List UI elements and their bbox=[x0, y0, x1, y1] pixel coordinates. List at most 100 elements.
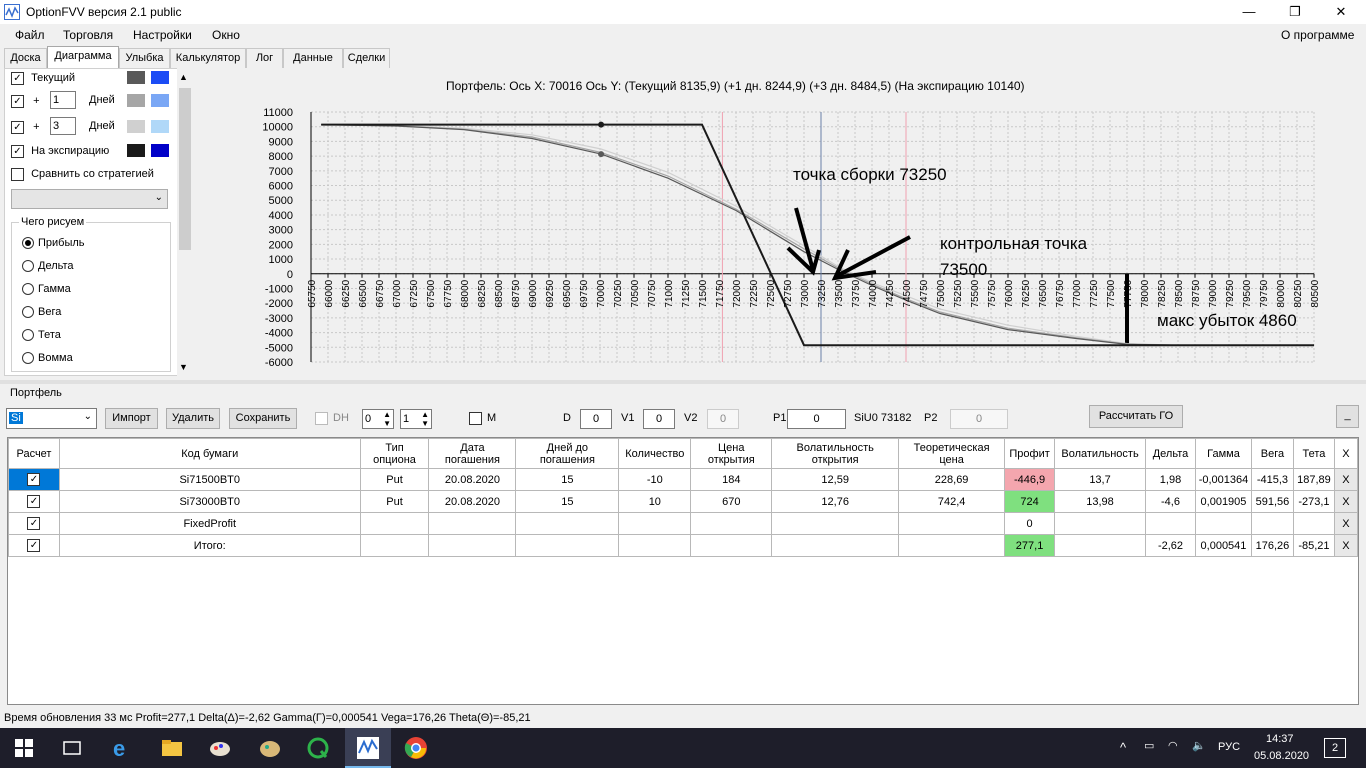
spin-arrows-icon[interactable]: ▲ ▼ bbox=[421, 410, 429, 428]
column-header[interactable]: Тета bbox=[1292, 438, 1335, 469]
cell-profit[interactable]: 277,1 bbox=[1004, 534, 1056, 557]
cell-date[interactable] bbox=[428, 512, 517, 535]
cell-delta[interactable] bbox=[1145, 512, 1196, 535]
calc-checkbox-cell[interactable]: ✓ bbox=[8, 490, 60, 513]
cell-date[interactable]: 20.08.2020 bbox=[428, 490, 517, 513]
table-row[interactable]: ✓ FixedProfit 0 X bbox=[8, 512, 1359, 535]
plus1-checkbox[interactable]: ✓ bbox=[11, 94, 24, 108]
plus3-color-2[interactable] bbox=[151, 120, 169, 133]
dh-checkbox[interactable] bbox=[315, 412, 328, 425]
cell-theor[interactable] bbox=[898, 512, 1006, 535]
tab-deals[interactable]: Сделки bbox=[343, 48, 390, 68]
d-input[interactable]: 0 bbox=[580, 409, 612, 429]
windows-start-icon[interactable] bbox=[12, 736, 36, 760]
cell-type[interactable]: Put bbox=[359, 468, 430, 491]
language-indicator[interactable]: РУС bbox=[1218, 741, 1240, 753]
cell-code[interactable]: Si71500BT0 bbox=[58, 468, 361, 491]
import-button[interactable]: Импорт bbox=[105, 408, 158, 429]
plus3-days-input[interactable]: 3 bbox=[50, 117, 76, 135]
m-checkbox[interactable] bbox=[469, 412, 482, 425]
plus3-color-1[interactable] bbox=[127, 120, 145, 133]
menu-window[interactable]: Окно bbox=[212, 28, 240, 42]
restore-button[interactable]: ❐ bbox=[1272, 0, 1318, 24]
cell-theta[interactable]: -273,1 bbox=[1292, 490, 1335, 513]
delete-row-button[interactable]: X bbox=[1333, 512, 1359, 535]
column-header[interactable]: Волатильность bbox=[1054, 438, 1147, 469]
radio-theta-dot[interactable] bbox=[22, 329, 34, 342]
p2-input[interactable]: 0 bbox=[950, 409, 1008, 429]
cell-qty[interactable]: -10 bbox=[618, 468, 692, 491]
cell-type[interactable] bbox=[359, 512, 430, 535]
close-button[interactable]: ✕ bbox=[1318, 0, 1364, 24]
tab-board[interactable]: Доска bbox=[4, 48, 47, 68]
radio-theta[interactable]: Тета bbox=[22, 326, 61, 344]
column-header[interactable]: Дней до погашения bbox=[515, 438, 620, 469]
delete-row-button[interactable]: X bbox=[1333, 468, 1359, 491]
current-color-1[interactable] bbox=[127, 71, 145, 84]
column-header[interactable]: Количество bbox=[618, 438, 692, 469]
radio-vega-dot[interactable] bbox=[22, 306, 34, 319]
clock-time[interactable]: 14:37 bbox=[1266, 733, 1294, 745]
profit-chart[interactable]: 1100010000900080007000600050004000300020… bbox=[250, 100, 1350, 370]
table-row[interactable]: ✓ Итого: 277,1 -2,62 0,000541 176,26 -85,21 X bbox=[8, 534, 1359, 557]
cell-theta[interactable]: 187,89 bbox=[1292, 468, 1335, 491]
v2-input[interactable]: 0 bbox=[707, 409, 739, 429]
radio-delta[interactable]: Дельта bbox=[22, 257, 74, 275]
cell-code[interactable]: Итого: bbox=[58, 534, 361, 557]
cell-theor[interactable] bbox=[898, 534, 1006, 557]
table-row[interactable]: ✓ Si73000BT0 Put 20.08.2020 15 10 670 12,76 742,… bbox=[8, 490, 1359, 513]
calc-checkbox[interactable]: ✓ bbox=[27, 495, 41, 508]
menu-trade[interactable]: Торговля bbox=[63, 28, 113, 42]
cell-vol_open[interactable] bbox=[771, 534, 900, 557]
scroll-down-icon[interactable]: ▼ bbox=[179, 362, 188, 372]
optionfvv-task-button[interactable] bbox=[345, 728, 391, 768]
calc-checkbox[interactable]: ✓ bbox=[27, 539, 41, 552]
paint-icon[interactable] bbox=[208, 736, 232, 760]
chrome-icon[interactable] bbox=[404, 736, 428, 760]
cell-days[interactable]: 15 bbox=[515, 468, 620, 491]
battery-icon[interactable]: ▭ bbox=[1144, 739, 1154, 752]
cell-vol[interactable] bbox=[1054, 534, 1147, 557]
tab-log[interactable]: Лог bbox=[246, 48, 283, 68]
column-header[interactable]: Теоретическая цена bbox=[898, 438, 1006, 469]
current-color-2[interactable] bbox=[151, 71, 169, 84]
tab-data[interactable]: Данные bbox=[283, 48, 343, 68]
cell-delta[interactable]: 1,98 bbox=[1145, 468, 1196, 491]
splitter[interactable] bbox=[0, 380, 1366, 384]
calc-checkbox[interactable]: ✓ bbox=[27, 517, 41, 530]
menu-about[interactable]: О программе bbox=[1281, 28, 1354, 42]
cell-theor[interactable]: 228,69 bbox=[898, 468, 1006, 491]
cell-type[interactable]: Put bbox=[359, 490, 430, 513]
plus3-checkbox[interactable]: ✓ bbox=[11, 120, 24, 134]
cell-price[interactable]: 670 bbox=[690, 490, 773, 513]
expiration-color-1[interactable] bbox=[127, 144, 145, 157]
cell-days[interactable] bbox=[515, 512, 620, 535]
cell-date[interactable]: 20.08.2020 bbox=[428, 468, 517, 491]
cell-gamma[interactable] bbox=[1194, 512, 1252, 535]
cell-vol[interactable] bbox=[1054, 512, 1147, 535]
portfolio-select[interactable]: Si ⌄ bbox=[6, 408, 97, 429]
radio-gamma[interactable]: Гамма bbox=[22, 280, 71, 298]
minimize-button[interactable]: — bbox=[1226, 0, 1272, 24]
expiration-checkbox[interactable]: ✓ bbox=[11, 144, 24, 158]
left-scrollbar[interactable]: ▲ ▼ bbox=[177, 68, 193, 376]
plus1-color-1[interactable] bbox=[127, 94, 145, 107]
radio-profit-dot[interactable] bbox=[22, 237, 34, 250]
cell-profit[interactable]: -446,9 bbox=[1004, 468, 1056, 491]
cell-vega[interactable]: 176,26 bbox=[1250, 534, 1294, 557]
spin2-input[interactable]: 1 ▲ ▼ bbox=[400, 409, 432, 429]
column-header[interactable]: Профит bbox=[1004, 438, 1056, 469]
cell-theta[interactable]: -85,21 bbox=[1292, 534, 1335, 557]
calc-checkbox[interactable]: ✓ bbox=[27, 473, 41, 486]
compare-checkbox[interactable] bbox=[11, 167, 24, 181]
column-header[interactable]: Тип опциона bbox=[359, 438, 430, 469]
radio-vomma[interactable]: Вомма bbox=[22, 349, 73, 367]
cell-theor[interactable]: 742,4 bbox=[898, 490, 1006, 513]
cell-price[interactable] bbox=[690, 534, 773, 557]
strategy-dropdown[interactable]: ⌄ bbox=[11, 189, 168, 209]
cell-days[interactable]: 15 bbox=[515, 490, 620, 513]
table-row[interactable]: ✓ Si71500BT0 Put 20.08.2020 15 -10 184 12,59 228… bbox=[8, 468, 1359, 491]
tab-smile[interactable]: Улыбка bbox=[119, 48, 170, 68]
current-checkbox[interactable]: ✓ bbox=[11, 71, 24, 85]
delete-button[interactable]: Удалить bbox=[166, 408, 220, 429]
